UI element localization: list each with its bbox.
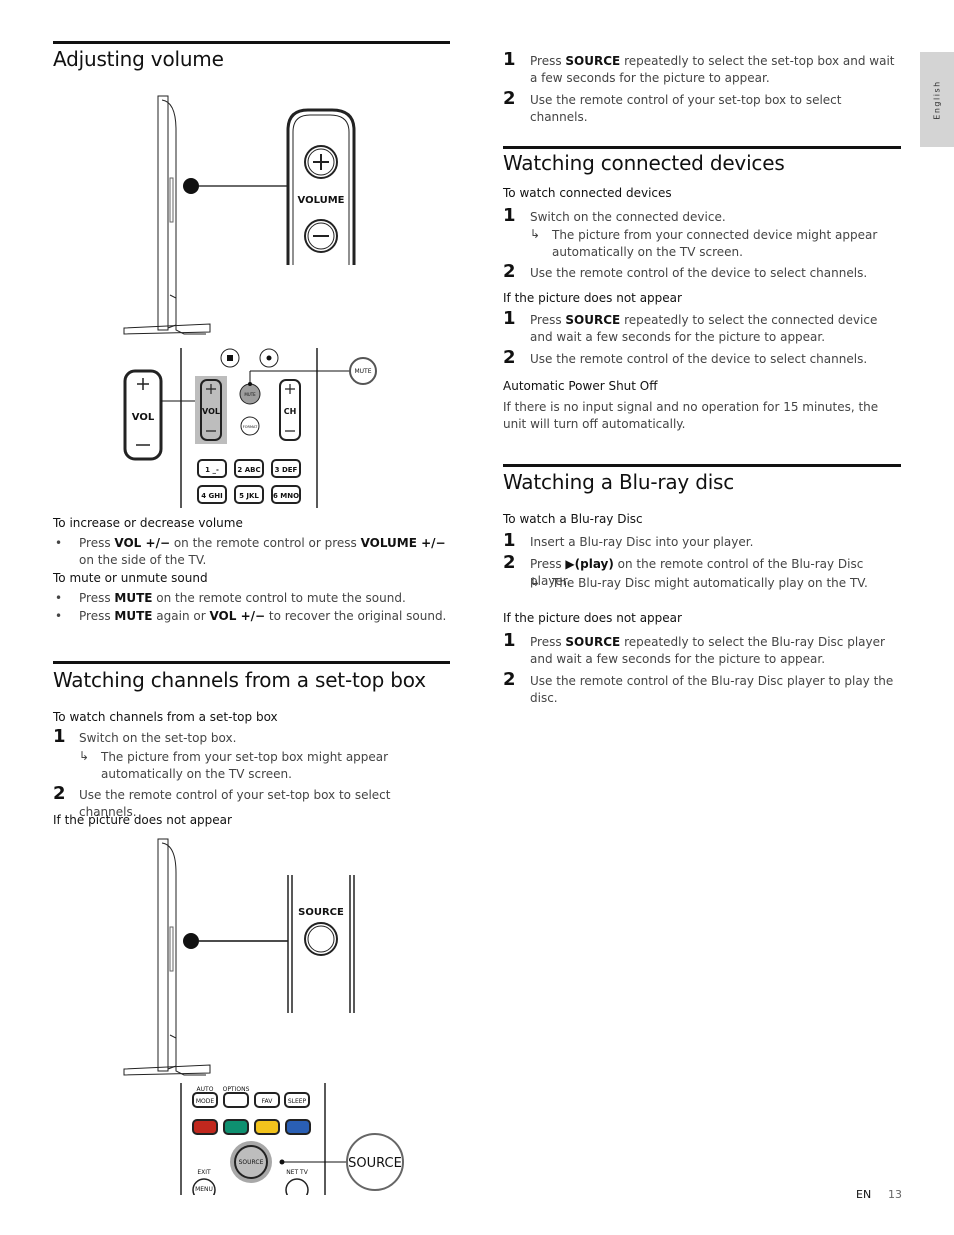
section-title-settop: Watching channels from a set-top box	[53, 668, 426, 692]
keypad: 1 _- 2 ABC 3 DEF 4 GHI 5 JKL 6 MNO	[197, 459, 301, 504]
section-title-connected: Watching connected devices	[503, 151, 785, 175]
subheading: If the picture does not appear	[503, 611, 682, 625]
vol-callout-label: VOL	[132, 412, 155, 423]
step-number: 1	[503, 308, 516, 329]
step-text: Use the remote control of the Blu-ray Di…	[530, 674, 894, 705]
tv-side-profile	[123, 95, 211, 335]
section-rule	[53, 661, 450, 664]
step-text: Insert a Blu-ray Disc into your player.	[530, 535, 754, 549]
step-number: 2	[53, 783, 66, 804]
section-rule	[503, 464, 901, 467]
step-number: 2	[503, 552, 516, 573]
footer-lang: EN	[856, 1188, 872, 1201]
callout-dot	[183, 178, 199, 194]
step-text: Switch on the set-top box.	[79, 731, 237, 745]
options-key	[223, 1092, 249, 1108]
fav-key-label: FAV	[262, 1098, 274, 1105]
volume-side-panel	[286, 108, 356, 265]
subheading: To watch a Blu-ray Disc	[503, 512, 643, 526]
exit-label: EXIT	[197, 1169, 211, 1176]
key-1: 1 _-	[205, 466, 219, 474]
step-text: Press SOURCE repeatedly to select the Bl…	[530, 635, 885, 666]
subheading: If the picture does not appear	[53, 813, 232, 827]
step-number: 2	[503, 347, 516, 368]
bullet-icon: •	[55, 591, 63, 605]
section-rule	[503, 146, 901, 149]
step-number: 1	[503, 530, 516, 551]
step-number: 1	[503, 630, 516, 651]
tv-side-source-illustration: SOURCE	[123, 838, 355, 1076]
source-side-label: SOURCE	[298, 907, 344, 918]
step-number: 2	[503, 88, 516, 109]
nettv-label: NET TV	[286, 1169, 309, 1176]
step-result: The picture from your connected device m…	[552, 228, 878, 259]
step-number: 2	[503, 669, 516, 690]
language-tab-label: English	[932, 79, 942, 120]
note-text: If there is no input signal and no opera…	[503, 400, 879, 431]
language-tab: English	[920, 52, 954, 147]
key-6: 6 MNO	[273, 492, 299, 500]
play-icon: ▶(play)	[565, 557, 614, 571]
subheading: If the picture does not appear	[503, 291, 682, 305]
menu-key-label: MENU	[195, 1186, 213, 1193]
nettv-key	[285, 1178, 309, 1195]
subheading: To mute or unmute sound	[53, 571, 208, 585]
subheading: To watch connected devices	[503, 186, 672, 200]
ch-key-label: CH	[284, 407, 297, 416]
section-title-bluray: Watching a Blu-ray disc	[503, 470, 735, 494]
color-keys	[192, 1119, 311, 1135]
mute-callout-label: MUTE	[354, 368, 371, 375]
step-text: Press SOURCE repeatedly to select the se…	[530, 54, 895, 85]
mute-key-label: MUTE	[244, 392, 256, 397]
step-text: Switch on the connected device.	[530, 210, 726, 224]
bullet-item: Press MUTE on the remote control to mute…	[79, 591, 406, 605]
blue-key	[285, 1119, 311, 1135]
step-number: 1	[503, 49, 516, 70]
source-side-panel	[287, 875, 355, 1013]
section-rule	[53, 41, 450, 44]
green-key	[223, 1119, 249, 1135]
red-key	[192, 1119, 218, 1135]
auto-label: AUTO	[197, 1086, 214, 1093]
options-label: OPTIONS	[223, 1086, 250, 1093]
step-text: Use the remote control of the device to …	[530, 266, 868, 280]
step-number: 1	[53, 726, 66, 747]
volume-label: VOLUME	[298, 195, 345, 206]
source-callout-label: SOURCE	[348, 1156, 402, 1171]
step-number: 2	[503, 261, 516, 282]
tv-side-volume-illustration: VOLUME	[123, 95, 356, 335]
subheading: Automatic Power Shut Off	[503, 379, 658, 393]
subheading: To increase or decrease volume	[53, 516, 243, 530]
key-3: 3 DEF	[275, 466, 298, 474]
key-2: 2 ABC	[237, 466, 260, 474]
step-text: Use the remote control of the device to …	[530, 352, 868, 366]
remote-source-illustration: AUTO OPTIONS MODE FAV SLEEP SOURCE SOURC…	[180, 1083, 404, 1195]
source-key-label: SOURCE	[239, 1159, 264, 1166]
key-5: 5 JKL	[239, 492, 259, 500]
mode-key-label: MODE	[196, 1098, 215, 1105]
key-4: 4 GHI	[201, 492, 223, 500]
callout-dot	[183, 933, 199, 949]
vol-key-label: VOL	[202, 407, 220, 416]
step-result: The Blu-ray Disc might automatically pla…	[552, 576, 868, 590]
result-arrow-icon: ↳	[79, 749, 90, 763]
bullet-icon: •	[55, 536, 63, 550]
step-number: 1	[503, 205, 516, 226]
result-arrow-icon: ↳	[530, 227, 541, 241]
remote-volume-illustration: VOL VOL MUTE FORMAT MUTE CH 1 _- 2 ABC 3…	[123, 348, 377, 508]
subheading: To watch channels from a set-top box	[53, 710, 278, 724]
step-text: Press SOURCE repeatedly to select the co…	[530, 313, 878, 344]
section-title-volume: Adjusting volume	[53, 47, 224, 71]
tv-side-profile	[123, 838, 211, 1076]
bullet-item: Press VOL +/− on the remote control or p…	[79, 536, 446, 567]
step-result: The picture from your set-top box might …	[101, 750, 389, 781]
format-key-label: FORMAT	[243, 425, 258, 429]
sleep-key-label: SLEEP	[288, 1098, 307, 1105]
page-number: 13	[888, 1188, 902, 1201]
result-arrow-icon: ↳	[530, 575, 541, 589]
step-text: Use the remote control of your set-top b…	[530, 93, 842, 124]
bullet-item: Press MUTE again or VOL +/− to recover t…	[79, 609, 447, 623]
bullet-icon: •	[55, 609, 63, 623]
yellow-key	[254, 1119, 280, 1135]
